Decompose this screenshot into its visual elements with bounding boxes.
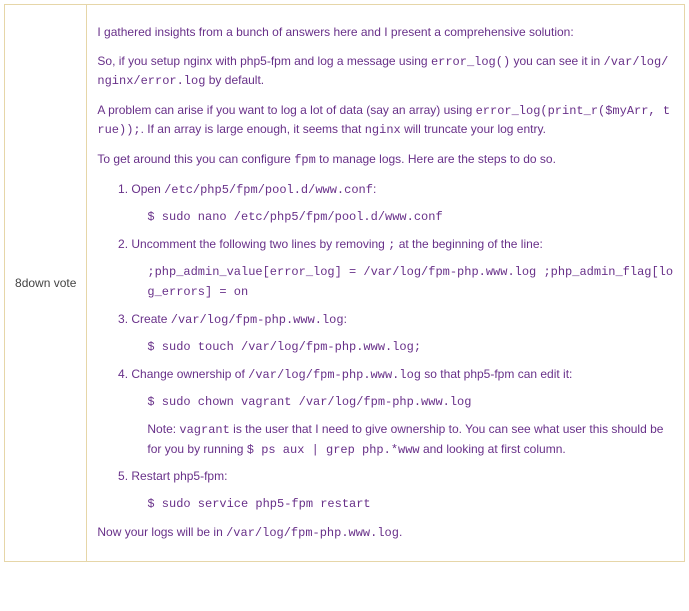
command: $ sudo service php5-fpm restart (147, 497, 370, 511)
text: Note: (147, 422, 179, 436)
text: Create (131, 312, 170, 326)
inline-code: $ ps aux | grep php.*www (247, 443, 420, 457)
text: and looking at first column. (420, 442, 566, 456)
text: To get around this you can configure (97, 152, 294, 166)
command-block: $ sudo service php5-fpm restart (147, 494, 674, 514)
text: so that php5-fpm can edit it: (421, 367, 572, 381)
text: : (373, 182, 376, 196)
inline-code: vagrant (179, 423, 229, 437)
answer-body: I gathered insights from a bunch of answ… (87, 5, 685, 562)
text: at the beginning of the line: (395, 237, 542, 251)
inline-code: fpm (294, 153, 316, 167)
text: by default. (205, 73, 264, 87)
command: $ sudo nano /etc/php5/fpm/pool.d/www.con… (147, 210, 442, 224)
text: Restart php5-fpm: (131, 469, 227, 483)
command-block: $ sudo chown vagrant /var/log/fpm-php.ww… (147, 392, 674, 412)
step-2: Uncomment the following two lines by rem… (131, 235, 674, 302)
text: : (344, 312, 347, 326)
step-4: Change ownership of /var/log/fpm-php.www… (131, 365, 674, 459)
inline-code: /var/log/fpm-php.www.log (226, 526, 399, 540)
paragraph-3: A problem can arise if you want to log a… (97, 101, 674, 140)
text: Uncomment the following two lines by rem… (131, 237, 388, 251)
command: ;php_admin_value[error_log] = /var/log/f… (147, 265, 673, 299)
step-3: Create /var/log/fpm-php.www.log: $ sudo … (131, 310, 674, 357)
answer-table: 8down vote I gathered insights from a bu… (4, 4, 685, 562)
steps-list: Open /etc/php5/fpm/pool.d/www.conf: $ su… (97, 180, 674, 514)
inline-code: nginx (365, 123, 401, 137)
inline-code: error_log() (431, 55, 510, 69)
text: you can see it in (510, 54, 603, 68)
text: Open (131, 182, 164, 196)
outro-paragraph: Now your logs will be in /var/log/fpm-ph… (97, 523, 674, 543)
text: to manage logs. Here are the steps to do… (316, 152, 556, 166)
text: Now your logs will be in (97, 525, 226, 539)
step-5: Restart php5-fpm: $ sudo service php5-fp… (131, 467, 674, 513)
text: . (399, 525, 402, 539)
inline-code: /etc/php5/fpm/pool.d/www.conf (164, 183, 373, 197)
intro-paragraph: I gathered insights from a bunch of answ… (97, 23, 674, 42)
command-block: $ sudo nano /etc/php5/fpm/pool.d/www.con… (147, 207, 674, 227)
paragraph-2: So, if you setup nginx with php5-fpm and… (97, 52, 674, 91)
note-block: Note: vagrant is the user that I need to… (147, 420, 674, 459)
vote-label[interactable]: down vote (22, 276, 77, 290)
text: Change ownership of (131, 367, 248, 381)
text: will truncate your log entry. (401, 122, 546, 136)
command-block: ;php_admin_value[error_log] = /var/log/f… (147, 262, 674, 301)
vote-cell: 8down vote (5, 5, 87, 562)
command-block: $ sudo touch /var/log/fpm-php.www.log; (147, 337, 674, 357)
command: $ sudo touch /var/log/fpm-php.www.log; (147, 340, 421, 354)
inline-code: /var/log/fpm-php.www.log (248, 368, 421, 382)
paragraph-4: To get around this you can configure fpm… (97, 150, 674, 170)
vote-count: 8 (15, 276, 22, 290)
step-1: Open /etc/php5/fpm/pool.d/www.conf: $ su… (131, 180, 674, 227)
text: So, if you setup nginx with php5-fpm and… (97, 54, 431, 68)
inline-code: /var/log/fpm-php.www.log (171, 313, 344, 327)
command: $ sudo chown vagrant /var/log/fpm-php.ww… (147, 395, 471, 409)
text: A problem can arise if you want to log a… (97, 103, 475, 117)
text: . If an array is large enough, it seems … (141, 122, 365, 136)
